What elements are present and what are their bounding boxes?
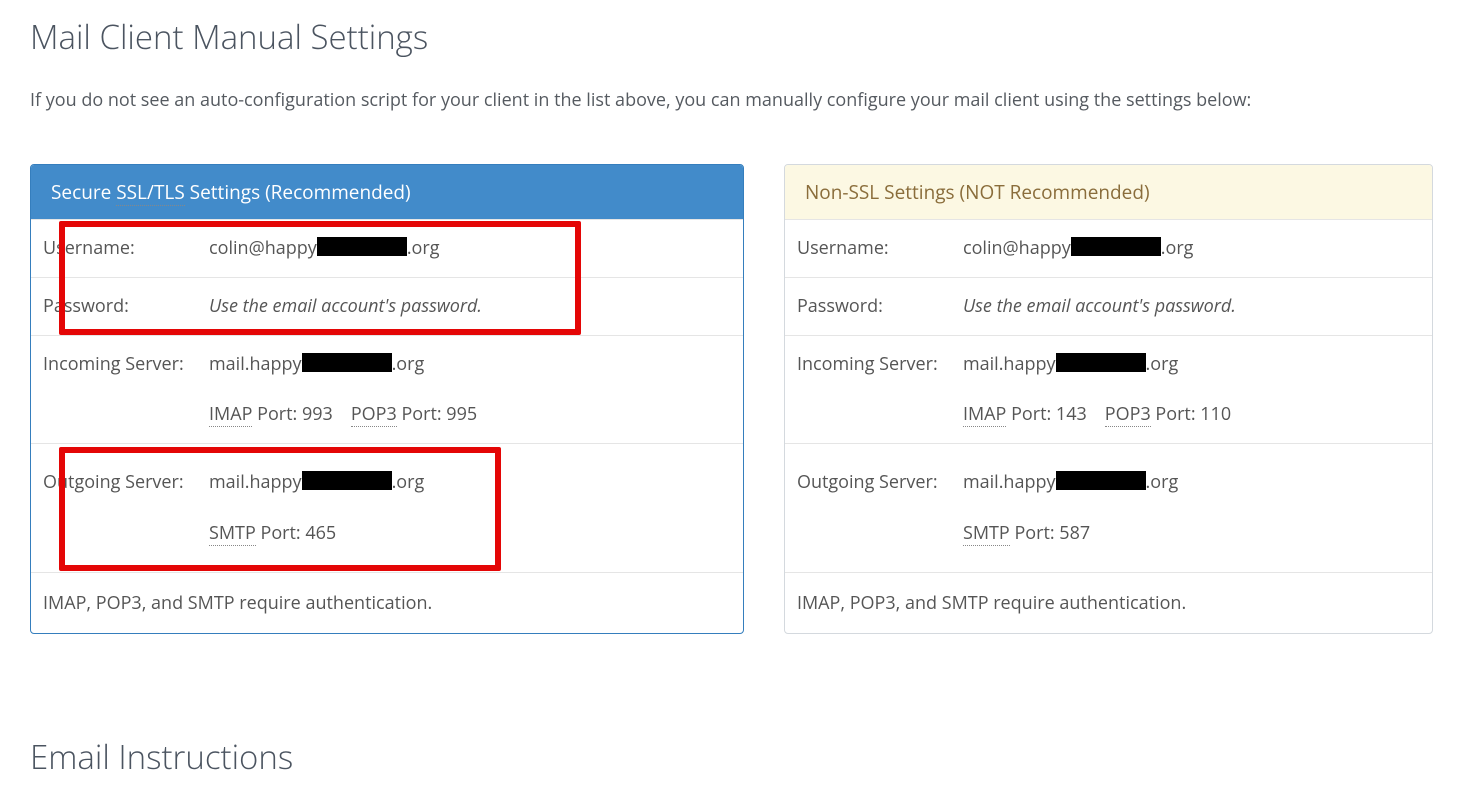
ssl-header-suffix: Settings (Recommended) [185, 179, 411, 205]
ssl-panel-header: Secure SSL/TLS Settings (Recommended) [31, 165, 743, 219]
intro-text: If you do not see an auto-configuration … [30, 87, 1433, 114]
ssl-imap-port: IMAP Port: 993 [209, 400, 333, 429]
nonssl-username-suffix: .org [1161, 236, 1194, 260]
nonssl-incoming-value: mail.happy .org IMAP Port: 143 POP3 Port:… [963, 350, 1420, 430]
imap-abbr: IMAP [963, 402, 1006, 427]
nonssl-panel-header: Non-SSL Settings (NOT Recommended) [785, 165, 1432, 219]
nonssl-username-label: Username: [797, 234, 959, 263]
ssl-abbr: SSL/TLS [116, 179, 185, 206]
settings-panels: Secure SSL/TLS Settings (Recommended) Us… [30, 164, 1433, 634]
redacted-icon [317, 237, 407, 256]
ssl-username-suffix: .org [407, 236, 440, 260]
nonssl-username-value: colin@happy .org [963, 234, 1420, 263]
imap-abbr: IMAP [209, 402, 252, 427]
nonssl-outgoing-row: Outgoing Server: mail.happy .org SMTP Por… [785, 443, 1432, 572]
nonssl-incoming-host-prefix: mail.happy [963, 352, 1056, 376]
ssl-incoming-value: mail.happy .org IMAP Port: 993 POP3 Port:… [209, 350, 731, 430]
nonssl-imap-port: IMAP Port: 143 [963, 400, 1087, 429]
ssl-auth-note: IMAP, POP3, and SMTP require authenticat… [31, 572, 743, 633]
smtp-abbr: SMTP [963, 521, 1010, 546]
redacted-icon [1056, 353, 1146, 372]
ssl-incoming-host-suffix: .org [392, 352, 425, 376]
nonssl-username-row: Username: colin@happy .org [785, 219, 1432, 277]
ssl-outgoing-host-suffix: .org [392, 470, 425, 494]
nonssl-pop3-port: POP3 Port: 110 [1105, 400, 1231, 429]
ssl-panel: Secure SSL/TLS Settings (Recommended) Us… [30, 164, 744, 634]
page-title: Mail Client Manual Settings [30, 14, 1433, 59]
ssl-username-row: Username: colin@happy .org [31, 219, 743, 277]
nonssl-password-row: Password: Use the email account's passwo… [785, 277, 1432, 335]
ssl-pop3-port: POP3 Port: 995 [351, 400, 477, 429]
ssl-incoming-host-prefix: mail.happy [209, 352, 302, 376]
ssl-incoming-row: Incoming Server: mail.happy .org IMAP Por… [31, 335, 743, 444]
nonssl-auth-note: IMAP, POP3, and SMTP require authenticat… [785, 572, 1432, 633]
pop3-abbr: POP3 [1105, 402, 1151, 427]
redacted-icon [302, 353, 392, 372]
nonssl-incoming-host-suffix: .org [1146, 352, 1179, 376]
nonssl-outgoing-label: Outgoing Server: [797, 468, 959, 497]
redacted-icon [302, 471, 392, 490]
ssl-outgoing-label: Outgoing Server: [43, 468, 205, 497]
ssl-smtp-port: SMTP Port: 465 [209, 521, 336, 546]
ssl-username-value: colin@happy .org [209, 234, 731, 263]
ssl-password-value: Use the email account's password. [209, 292, 731, 321]
email-instructions-heading: Email Instructions [30, 734, 1433, 779]
nonssl-password-label: Password: [797, 292, 959, 321]
ssl-outgoing-host-prefix: mail.happy [209, 470, 302, 494]
redacted-icon [1056, 471, 1146, 490]
ssl-password-row: Password: Use the email account's passwo… [31, 277, 743, 335]
ssl-username-prefix: colin@happy [209, 236, 317, 260]
pop3-abbr: POP3 [351, 402, 397, 427]
nonssl-incoming-label: Incoming Server: [797, 350, 959, 379]
nonssl-outgoing-value: mail.happy .org SMTP Port: 587 [963, 468, 1420, 548]
redacted-icon [1071, 237, 1161, 256]
nonssl-username-prefix: colin@happy [963, 236, 1071, 260]
nonssl-panel: Non-SSL Settings (NOT Recommended) Usern… [784, 164, 1433, 634]
ssl-incoming-label: Incoming Server: [43, 350, 205, 379]
nonssl-outgoing-host-prefix: mail.happy [963, 470, 1056, 494]
ssl-header-prefix: Secure [51, 179, 116, 205]
smtp-abbr: SMTP [209, 521, 256, 546]
ssl-outgoing-row: Outgoing Server: mail.happy .org SMTP Por… [31, 443, 743, 572]
nonssl-smtp-port: SMTP Port: 587 [963, 521, 1090, 546]
nonssl-incoming-row: Incoming Server: mail.happy .org IMAP Por… [785, 335, 1432, 444]
ssl-password-label: Password: [43, 292, 205, 321]
ssl-outgoing-value: mail.happy .org SMTP Port: 465 [209, 468, 731, 548]
nonssl-outgoing-host-suffix: .org [1146, 470, 1179, 494]
ssl-username-label: Username: [43, 234, 205, 263]
nonssl-password-value: Use the email account's password. [963, 292, 1420, 321]
